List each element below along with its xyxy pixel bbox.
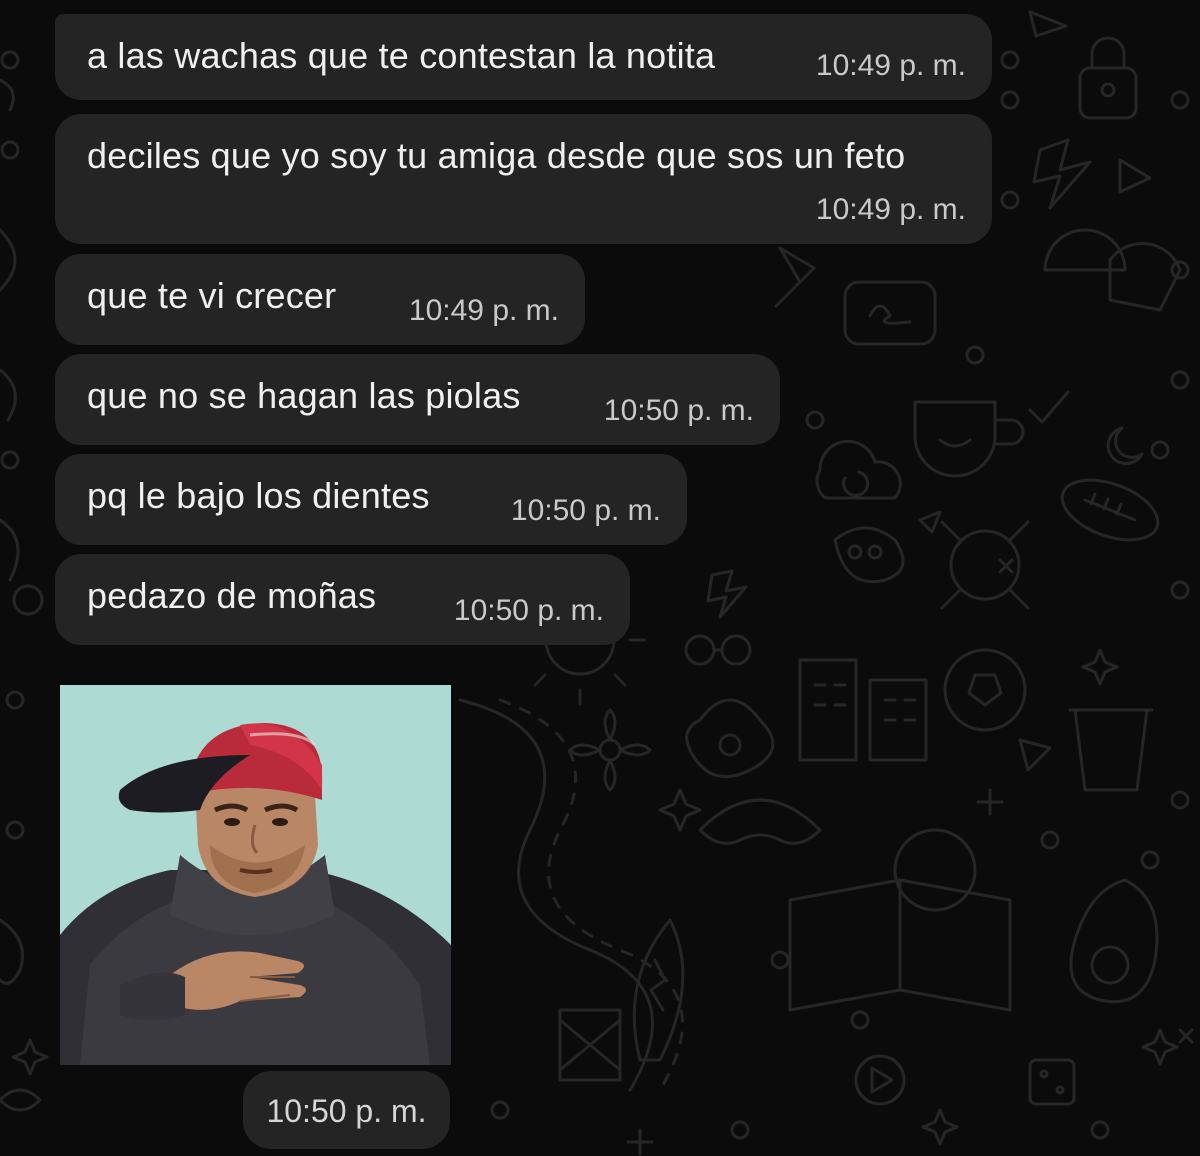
lock-doodle <box>1078 66 1138 120</box>
message-text: deciles que yo soy tu amiga desde que so… <box>87 135 906 176</box>
message-bubble[interactable]: que no se hagan las piolas 10:50 p. m. <box>55 354 780 445</box>
message-text: pedazo de moñas <box>87 575 377 616</box>
message-timestamp: 10:49 p. m. <box>815 193 966 226</box>
message-timestamp: 10:50 p. m. <box>510 494 661 527</box>
message-timestamp: 10:49 p. m. <box>408 294 559 327</box>
message-text: que no se hagan las piolas <box>87 375 521 416</box>
message-bubble[interactable]: deciles que yo soy tu amiga desde que so… <box>55 114 992 244</box>
message-timestamp: 10:50 p. m. <box>603 394 754 427</box>
message-bubble[interactable]: pq le bajo los dientes 10:50 p. m. <box>55 454 687 545</box>
message-timestamp: 10:50 p. m. <box>453 594 604 627</box>
message-bubble[interactable]: a las wachas que te contestan la notita … <box>55 14 992 100</box>
photo-image <box>60 685 451 1065</box>
photo-message[interactable] <box>60 685 451 1065</box>
message-text: que te vi crecer <box>87 275 337 316</box>
photo-timestamp-pill: 10:50 p. m. <box>243 1071 450 1149</box>
message-timestamp: 10:49 p. m. <box>815 49 966 82</box>
message-bubble[interactable]: que te vi crecer 10:49 p. m. <box>55 254 585 345</box>
message-text: a las wachas que te contestan la notita <box>87 35 716 76</box>
message-text: pq le bajo los dientes <box>87 475 430 516</box>
message-bubble[interactable]: pedazo de moñas 10:50 p. m. <box>55 554 630 645</box>
photo-timestamp: 10:50 p. m. <box>266 1093 427 1129</box>
